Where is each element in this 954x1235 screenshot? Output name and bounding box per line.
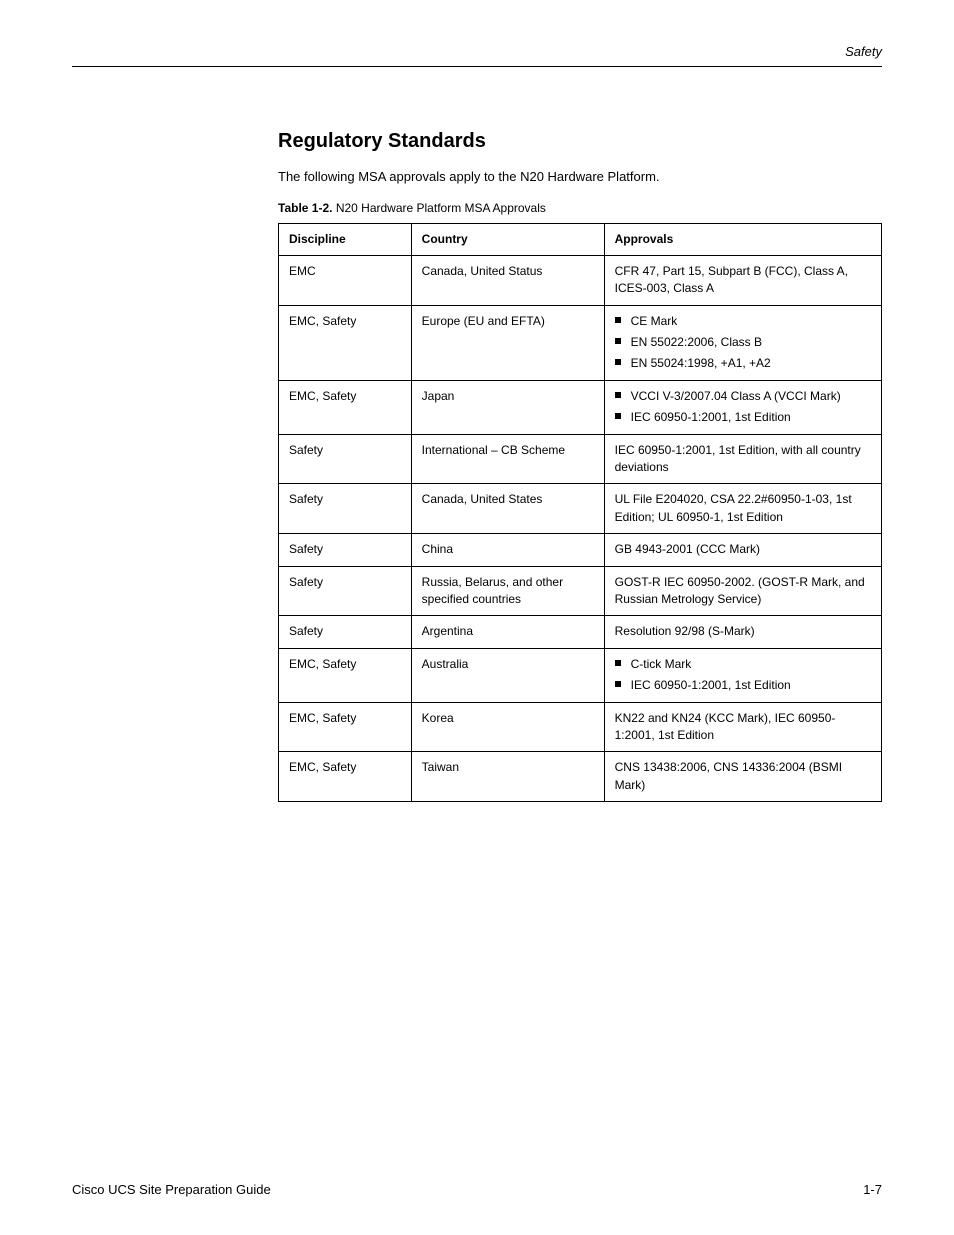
- footer-right: 1-7: [863, 1182, 882, 1197]
- cell-approvals: CFR 47, Part 15, Subpart B (FCC), Class …: [604, 255, 881, 305]
- cell-discipline: Safety: [279, 566, 412, 616]
- cell-approvals: C-tick Mark IEC 60950-1:2001, 1st Edition: [604, 648, 881, 702]
- list-item: C-tick Mark: [615, 656, 871, 673]
- cell-approvals: IEC 60950-1:2001, 1st Edition, with all …: [604, 434, 881, 484]
- cell-country: Japan: [411, 380, 604, 434]
- cell-country: Taiwan: [411, 752, 604, 802]
- cell-country: Australia: [411, 648, 604, 702]
- table-row: EMC, SafetyKoreaKN22 and KN24 (KCC Mark)…: [279, 702, 882, 752]
- cell-discipline: Safety: [279, 616, 412, 648]
- cell-discipline: Safety: [279, 484, 412, 534]
- cell-country: China: [411, 534, 604, 566]
- section-intro: The following MSA approvals apply to the…: [278, 167, 882, 187]
- approvals-list: C-tick Mark IEC 60950-1:2001, 1st Edition: [615, 656, 871, 695]
- page-footer: Cisco UCS Site Preparation Guide 1-7: [72, 1182, 882, 1197]
- table-row: SafetyCanada, United StatesUL File E2040…: [279, 484, 882, 534]
- page-header-text: Safety: [845, 44, 882, 59]
- list-item: EN 55022:2006, Class B: [615, 334, 871, 351]
- list-item: EN 55024:1998, +A1, +A2: [615, 355, 871, 372]
- table-caption-text: N20 Hardware Platform MSA Approvals: [336, 201, 546, 215]
- cell-approvals: UL File E204020, CSA 22.2#60950-1-03, 1s…: [604, 484, 881, 534]
- cell-country: Europe (EU and EFTA): [411, 305, 604, 380]
- section-title: Regulatory Standards: [278, 130, 882, 153]
- cell-country: Korea: [411, 702, 604, 752]
- footer-left: Cisco UCS Site Preparation Guide: [72, 1182, 271, 1197]
- table-row: EMCCanada, United StatusCFR 47, Part 15,…: [279, 255, 882, 305]
- cell-country: Russia, Belarus, and other specified cou…: [411, 566, 604, 616]
- table-row: SafetyInternational – CB SchemeIEC 60950…: [279, 434, 882, 484]
- table-row: EMC, SafetyEurope (EU and EFTA) CE Mark EN…: [279, 305, 882, 380]
- table-caption: Table 1-2. N20 Hardware Platform MSA App…: [278, 201, 882, 215]
- cell-approvals: GB 4943-2001 (CCC Mark): [604, 534, 881, 566]
- main-content: Regulatory Standards The following MSA a…: [278, 130, 882, 802]
- cell-approvals: KN22 and KN24 (KCC Mark), IEC 60950-1:20…: [604, 702, 881, 752]
- cell-discipline: EMC, Safety: [279, 702, 412, 752]
- approvals-list: VCCI V-3/2007.04 Class A (VCCI Mark) IEC …: [615, 388, 871, 427]
- table-row: SafetyChinaGB 4943-2001 (CCC Mark): [279, 534, 882, 566]
- cell-country: Argentina: [411, 616, 604, 648]
- table-row: SafetyRussia, Belarus, and other specifi…: [279, 566, 882, 616]
- cell-discipline: Safety: [279, 534, 412, 566]
- cell-country: International – CB Scheme: [411, 434, 604, 484]
- th-approvals: Approvals: [604, 223, 881, 255]
- cell-approvals: CNS 13438:2006, CNS 14336:2004 (BSMI Mar…: [604, 752, 881, 802]
- header-rule: [72, 66, 882, 67]
- approvals-list: CE Mark EN 55022:2006, Class B EN 55024:19…: [615, 313, 871, 373]
- th-country: Country: [411, 223, 604, 255]
- cell-approvals: Resolution 92/98 (S-Mark): [604, 616, 881, 648]
- table-row: EMC, SafetyAustralia C-tick Mark IEC 60950…: [279, 648, 882, 702]
- list-item: CE Mark: [615, 313, 871, 330]
- list-item: IEC 60950-1:2001, 1st Edition: [615, 409, 871, 426]
- cell-approvals: GOST-R IEC 60950-2002. (GOST-R Mark, and…: [604, 566, 881, 616]
- cell-discipline: EMC, Safety: [279, 648, 412, 702]
- cell-discipline: EMC, Safety: [279, 380, 412, 434]
- table-row: SafetyArgentinaResolution 92/98 (S-Mark): [279, 616, 882, 648]
- approvals-table: Discipline Country Approvals EMCCanada, …: [278, 223, 882, 803]
- cell-discipline: EMC, Safety: [279, 752, 412, 802]
- table-row: EMC, SafetyJapan VCCI V-3/2007.04 Class A…: [279, 380, 882, 434]
- th-discipline: Discipline: [279, 223, 412, 255]
- cell-discipline: EMC: [279, 255, 412, 305]
- list-item: VCCI V-3/2007.04 Class A (VCCI Mark): [615, 388, 871, 405]
- cell-approvals: VCCI V-3/2007.04 Class A (VCCI Mark) IEC …: [604, 380, 881, 434]
- list-item: IEC 60950-1:2001, 1st Edition: [615, 677, 871, 694]
- cell-country: Canada, United Status: [411, 255, 604, 305]
- cell-country: Canada, United States: [411, 484, 604, 534]
- cell-discipline: Safety: [279, 434, 412, 484]
- cell-approvals: CE Mark EN 55022:2006, Class B EN 55024:19…: [604, 305, 881, 380]
- table-row: EMC, SafetyTaiwanCNS 13438:2006, CNS 143…: [279, 752, 882, 802]
- table-caption-label: Table 1-2.: [278, 201, 332, 215]
- table-header-row: Discipline Country Approvals: [279, 223, 882, 255]
- cell-discipline: EMC, Safety: [279, 305, 412, 380]
